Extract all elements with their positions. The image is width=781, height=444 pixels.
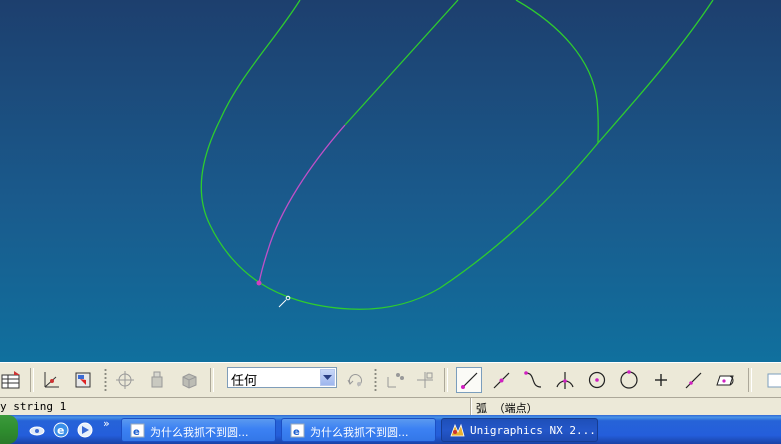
selection-filter-select[interactable]: 任何 xyxy=(227,367,337,389)
quicklaunch-chevron[interactable]: » xyxy=(103,417,110,430)
end-point-icon[interactable] xyxy=(456,367,482,393)
inner-arc-curve[interactable] xyxy=(515,0,599,144)
svg-text:e: e xyxy=(57,424,64,437)
selection-filter-value: 任何 xyxy=(231,374,258,389)
taskbar-item-label: 为什么我抓不到圆... xyxy=(310,426,409,439)
outer-profile-curve[interactable] xyxy=(200,0,301,284)
show-desktop-icon[interactable] xyxy=(28,421,46,439)
point-constructor-icon[interactable] xyxy=(382,367,408,393)
ie-window-icon: e xyxy=(130,423,145,438)
graphics-viewport[interactable] xyxy=(0,0,781,362)
taskbar-item-unigraphics[interactable]: Unigraphics NX 2... xyxy=(441,418,598,442)
wcs-icon[interactable] xyxy=(38,367,64,393)
svg-text:e: e xyxy=(133,427,140,438)
status-message: y string 1 xyxy=(0,400,67,413)
ie-window-icon: e xyxy=(290,423,305,438)
shaded-cube-icon[interactable] xyxy=(176,367,202,393)
upper-profile-curve[interactable] xyxy=(344,0,459,126)
dropdown-arrow-icon[interactable] xyxy=(320,369,335,386)
snap-target-icon[interactable] xyxy=(112,367,138,393)
svg-text:e: e xyxy=(293,427,300,438)
mid-point-icon[interactable] xyxy=(488,367,514,393)
unigraphics-app-icon xyxy=(450,423,465,438)
taskbar-item-ie-2[interactable]: e 为什么我抓不到圆... xyxy=(281,418,436,442)
internet-explorer-icon[interactable]: e xyxy=(52,421,70,439)
arc-center-icon[interactable] xyxy=(584,367,610,393)
quadrant-icon[interactable] xyxy=(616,367,642,393)
sketch-canvas[interactable] xyxy=(0,0,781,362)
bottom-toolbar xyxy=(0,362,781,397)
point-offset-icon[interactable] xyxy=(412,367,438,393)
status-snap-info: 弧 （端点） xyxy=(476,402,538,415)
arc-end-point-marker xyxy=(256,280,262,286)
taskbar-item-label: Unigraphics NX 2... xyxy=(470,424,596,437)
bottom-profile-curve[interactable] xyxy=(259,0,714,310)
taskbar-item-label: 为什么我抓不到圆... xyxy=(150,426,249,439)
intersection-icon[interactable] xyxy=(552,367,578,393)
point-on-surface-icon[interactable] xyxy=(712,367,738,393)
control-point-icon[interactable] xyxy=(520,367,546,393)
view-select-icon[interactable] xyxy=(70,367,96,393)
existing-point-icon[interactable] xyxy=(648,367,674,393)
status-bar: y string 1 弧 （端点） xyxy=(0,397,781,415)
media-player-icon[interactable] xyxy=(76,421,94,439)
taskbar-item-ie-1[interactable]: e 为什么我抓不到圆... xyxy=(121,418,276,442)
solid-layer-icon[interactable] xyxy=(144,367,170,393)
point-on-curve-icon[interactable] xyxy=(680,367,706,393)
status-divider xyxy=(470,398,472,415)
highlighted-arc[interactable] xyxy=(258,124,346,284)
layer-table-icon[interactable] xyxy=(0,367,24,393)
windows-taskbar: e » e 为什么我抓不到圆... e 为什么我抓不到圆... Unigraph… xyxy=(0,415,781,444)
extra-toolbar-icon[interactable] xyxy=(760,367,781,393)
mouse-cursor xyxy=(278,295,291,308)
snap-refresh-icon[interactable] xyxy=(342,367,368,393)
start-button[interactable] xyxy=(0,415,18,444)
